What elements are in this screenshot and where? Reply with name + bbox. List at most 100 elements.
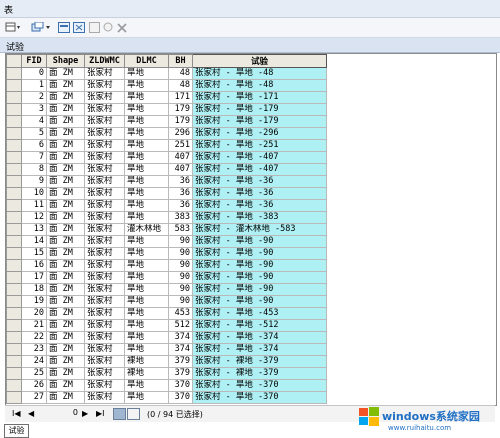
row-selector[interactable] xyxy=(6,319,22,332)
trial-cell[interactable]: 张家村 - 旱地 -374 xyxy=(192,343,327,356)
fid-cell[interactable]: 26 xyxy=(21,379,47,392)
table-row[interactable]: 12 面 ZM 张家村 旱地 383 张家村 - 旱地 -383 xyxy=(6,211,327,224)
row-selector[interactable] xyxy=(6,163,22,176)
fid-cell[interactable]: 19 xyxy=(21,295,47,308)
row-selector[interactable] xyxy=(6,127,22,140)
shape-cell[interactable]: 面 ZM xyxy=(46,163,85,176)
fid-cell[interactable]: 16 xyxy=(21,259,47,272)
dlmc-cell[interactable]: 旱地 xyxy=(124,307,169,320)
trial-cell[interactable]: 张家村 - 旱地 -512 xyxy=(192,319,327,332)
shape-cell[interactable]: 面 ZM xyxy=(46,91,85,104)
row-selector[interactable] xyxy=(6,91,22,104)
dlmc-cell[interactable]: 旱地 xyxy=(124,379,169,392)
fid-cell[interactable]: 22 xyxy=(21,331,47,344)
table-row[interactable]: 20 面 ZM 张家村 旱地 453 张家村 - 旱地 -453 xyxy=(6,307,327,320)
row-selector[interactable] xyxy=(6,247,22,260)
trial-cell[interactable]: 张家村 - 旱地 -36 xyxy=(192,199,327,212)
fid-cell[interactable]: 13 xyxy=(21,223,47,236)
fid-cell[interactable]: 4 xyxy=(21,115,47,128)
zldwmc-cell[interactable]: 张家村 xyxy=(84,343,125,356)
fid-cell[interactable]: 23 xyxy=(21,343,47,356)
bh-cell[interactable]: 296 xyxy=(168,127,193,140)
bh-cell[interactable]: 374 xyxy=(168,331,193,344)
clear-selection-icon[interactable] xyxy=(88,21,100,34)
trial-cell[interactable]: 张家村 - 灌木林地 -583 xyxy=(192,223,327,236)
dlmc-cell[interactable]: 旱地 xyxy=(124,259,169,272)
shape-cell[interactable]: 面 ZM xyxy=(46,235,85,248)
shape-cell[interactable]: 面 ZM xyxy=(46,247,85,260)
row-selector[interactable] xyxy=(6,343,22,356)
row-selector[interactable] xyxy=(6,331,22,344)
table-row[interactable]: 19 面 ZM 张家村 旱地 90 张家村 - 旱地 -90 xyxy=(6,295,327,308)
zldwmc-cell[interactable]: 张家村 xyxy=(84,151,125,164)
zldwmc-cell[interactable]: 张家村 xyxy=(84,355,125,368)
table-row[interactable]: 26 面 ZM 张家村 旱地 370 张家村 - 旱地 -370 xyxy=(6,379,327,392)
zldwmc-cell[interactable]: 张家村 xyxy=(84,127,125,140)
trial-cell[interactable]: 张家村 - 旱地 -407 xyxy=(192,163,327,176)
bh-cell[interactable]: 583 xyxy=(168,223,193,236)
table-row[interactable]: 24 面 ZM 张家村 裸地 379 张家村 - 裸地 -379 xyxy=(6,355,327,368)
shape-cell[interactable]: 面 ZM xyxy=(46,103,85,116)
shape-cell[interactable]: 面 ZM xyxy=(46,391,85,404)
fid-cell[interactable]: 20 xyxy=(21,307,47,320)
zldwmc-cell[interactable]: 张家村 xyxy=(84,187,125,200)
table-row[interactable]: 2面 ZM 张家村 旱地 171 张家村 - 旱地 -171 xyxy=(6,91,327,104)
row-selector[interactable] xyxy=(6,151,22,164)
row-selector[interactable] xyxy=(6,223,22,236)
trial-cell[interactable]: 张家村 - 旱地 -179 xyxy=(192,103,327,116)
trial-cell[interactable]: 张家村 - 旱地 -171 xyxy=(192,91,327,104)
bh-cell[interactable]: 179 xyxy=(168,115,193,128)
trial-cell[interactable]: 张家村 - 旱地 -374 xyxy=(192,331,327,344)
fid-cell[interactable]: 27 xyxy=(21,391,47,404)
bh-cell[interactable]: 251 xyxy=(168,139,193,152)
show-all-records-icon[interactable] xyxy=(113,408,126,420)
shape-cell[interactable]: 面 ZM xyxy=(46,127,85,140)
bh-cell[interactable]: 36 xyxy=(168,175,193,188)
trial-cell[interactable]: 张家村 - 裸地 -379 xyxy=(192,367,327,380)
zldwmc-cell[interactable]: 张家村 xyxy=(84,211,125,224)
table-row[interactable]: 8面 ZM 张家村 旱地 407 张家村 - 旱地 -407 xyxy=(6,163,327,176)
trial-cell[interactable]: 张家村 - 旱地 -383 xyxy=(192,211,327,224)
zldwmc-cell[interactable]: 张家村 xyxy=(84,79,125,92)
fid-cell[interactable]: 8 xyxy=(21,163,47,176)
column-header-shape[interactable]: Shape xyxy=(46,54,85,68)
table-row[interactable]: 4面 ZM 张家村 旱地 179 张家村 - 旱地 -179 xyxy=(6,115,327,128)
shape-cell[interactable]: 面 ZM xyxy=(46,343,85,356)
bh-cell[interactable]: 36 xyxy=(168,199,193,212)
table-row[interactable]: 17 面 ZM 张家村 旱地 90 张家村 - 旱地 -90 xyxy=(6,271,327,284)
bh-cell[interactable]: 379 xyxy=(168,355,193,368)
table-options-icon[interactable] xyxy=(4,21,22,34)
dlmc-cell[interactable]: 旱地 xyxy=(124,391,169,404)
bh-cell[interactable]: 48 xyxy=(168,67,193,80)
zldwmc-cell[interactable]: 张家村 xyxy=(84,295,125,308)
previous-record-button[interactable]: ◀ xyxy=(28,409,34,418)
dlmc-cell[interactable]: 旱地 xyxy=(124,211,169,224)
shape-cell[interactable]: 面 ZM xyxy=(46,151,85,164)
zldwmc-cell[interactable]: 张家村 xyxy=(84,223,125,236)
trial-cell[interactable]: 张家村 - 旱地 -251 xyxy=(192,139,327,152)
shape-cell[interactable]: 面 ZM xyxy=(46,139,85,152)
shape-cell[interactable]: 面 ZM xyxy=(46,211,85,224)
shape-cell[interactable]: 面 ZM xyxy=(46,379,85,392)
zldwmc-cell[interactable]: 张家村 xyxy=(84,91,125,104)
shape-cell[interactable]: 面 ZM xyxy=(46,67,85,80)
trial-cell[interactable]: 张家村 - 旱地 -453 xyxy=(192,307,327,320)
table-row[interactable]: 22 面 ZM 张家村 旱地 374 张家村 - 旱地 -374 xyxy=(6,331,327,344)
bh-cell[interactable]: 374 xyxy=(168,343,193,356)
table-tab-trial[interactable]: 试验 xyxy=(4,424,29,438)
trial-cell[interactable]: 张家村 - 旱地 -179 xyxy=(192,115,327,128)
bh-cell[interactable]: 171 xyxy=(168,91,193,104)
zldwmc-cell[interactable]: 张家村 xyxy=(84,259,125,272)
table-row[interactable]: 15 面 ZM 张家村 旱地 90 张家村 - 旱地 -90 xyxy=(6,247,327,260)
bh-cell[interactable]: 407 xyxy=(168,151,193,164)
fid-cell[interactable]: 25 xyxy=(21,367,47,380)
dlmc-cell[interactable]: 旱地 xyxy=(124,283,169,296)
zldwmc-cell[interactable]: 张家村 xyxy=(84,379,125,392)
bh-cell[interactable]: 370 xyxy=(168,379,193,392)
row-selector[interactable] xyxy=(6,79,22,92)
trial-cell[interactable]: 张家村 - 旱地 -296 xyxy=(192,127,327,140)
dlmc-cell[interactable]: 旱地 xyxy=(124,319,169,332)
dlmc-cell[interactable]: 旱地 xyxy=(124,331,169,344)
row-selector[interactable] xyxy=(6,67,22,80)
row-selector[interactable] xyxy=(6,379,22,392)
